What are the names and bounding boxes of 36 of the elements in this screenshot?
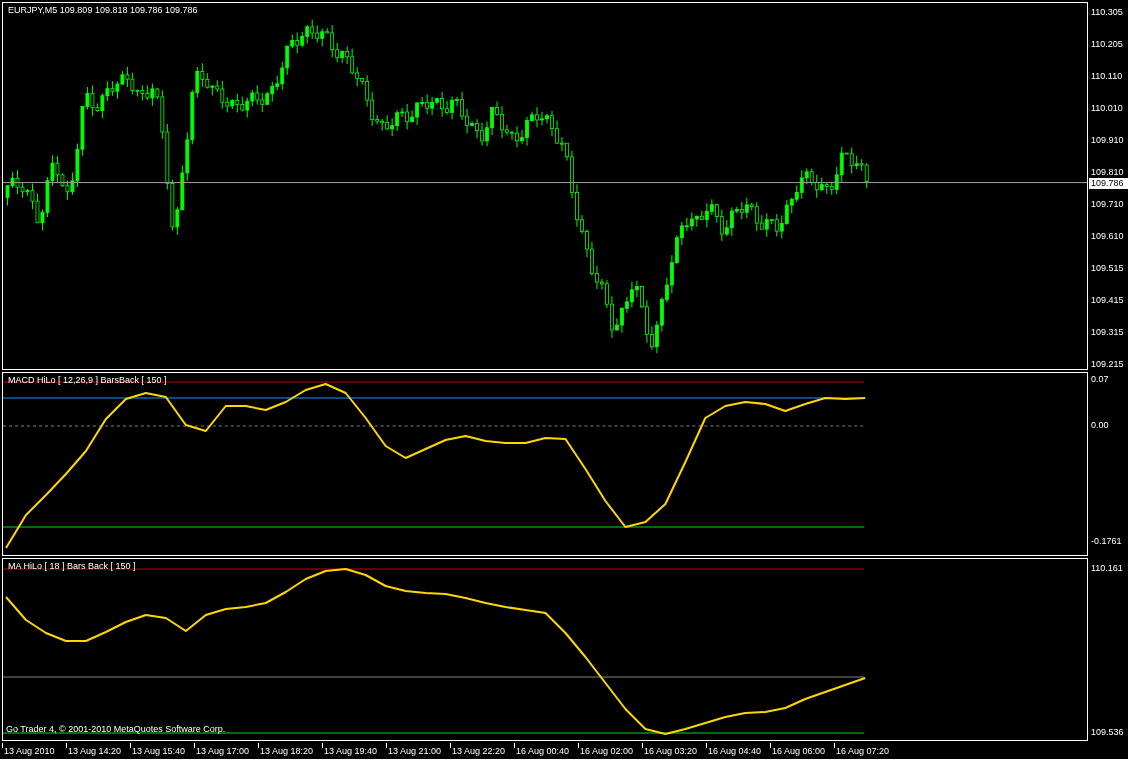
copyright-text: Go Trader 4, © 2001-2010 MetaQuotes Software Corp. bbox=[6, 724, 226, 735]
price-label: 109.215 bbox=[1091, 359, 1125, 370]
indicator-label: MA HiLo [ 18 ] Bars Back [ 150 ] bbox=[8, 561, 136, 572]
time-label: 13 Aug 17:00 bbox=[196, 746, 250, 757]
price-label: 109.315 bbox=[1091, 327, 1125, 338]
axis-label: 0.00 bbox=[1091, 420, 1109, 431]
price-label: 109.515 bbox=[1091, 263, 1125, 274]
axis-label: 109.536 bbox=[1091, 727, 1124, 738]
time-label: 13 Aug 15:40 bbox=[132, 746, 186, 757]
price-label: 110.010 bbox=[1091, 103, 1124, 114]
time-label: 16 Aug 04:40 bbox=[708, 746, 762, 757]
time-label: 13 Aug 19:40 bbox=[324, 746, 378, 757]
axis-label: -0.1761 bbox=[1091, 536, 1122, 547]
time-label: 16 Aug 06:00 bbox=[772, 746, 826, 757]
time-label: 13 Aug 14:20 bbox=[68, 746, 122, 757]
time-label: 13 Aug 2010 bbox=[4, 746, 55, 757]
price-label: 109.810 bbox=[1091, 167, 1125, 178]
price-label: 109.610 bbox=[1091, 231, 1125, 242]
price-label: 110.305 bbox=[1091, 7, 1124, 18]
axis-label: 110.161 bbox=[1091, 563, 1123, 574]
price-label: 110.110 bbox=[1091, 71, 1124, 82]
time-label: 13 Aug 21:00 bbox=[388, 746, 442, 757]
current-price-label: 109.786 bbox=[1089, 177, 1128, 189]
price-label: 109.710 bbox=[1091, 199, 1125, 210]
time-label: 16 Aug 03:20 bbox=[644, 746, 698, 757]
symbol-quote: EURJPY,M5 109.809 109.818 109.786 109.786 bbox=[8, 5, 198, 16]
axis-label: 0.07 bbox=[1091, 374, 1109, 385]
time-label: 13 Aug 22:20 bbox=[452, 746, 506, 757]
time-label: 13 Aug 18:20 bbox=[260, 746, 314, 757]
time-label: 16 Aug 07:20 bbox=[836, 746, 890, 757]
price-label: 109.415 bbox=[1091, 295, 1125, 306]
price-label: 109.910 bbox=[1091, 135, 1125, 146]
price-label: 110.205 bbox=[1091, 39, 1124, 50]
time-label: 16 Aug 00:40 bbox=[516, 746, 570, 757]
time-label: 16 Aug 02:00 bbox=[580, 746, 634, 757]
indicator-label: MACD HiLo [ 12,26,9 ] BarsBack [ 150 ] bbox=[8, 375, 167, 386]
